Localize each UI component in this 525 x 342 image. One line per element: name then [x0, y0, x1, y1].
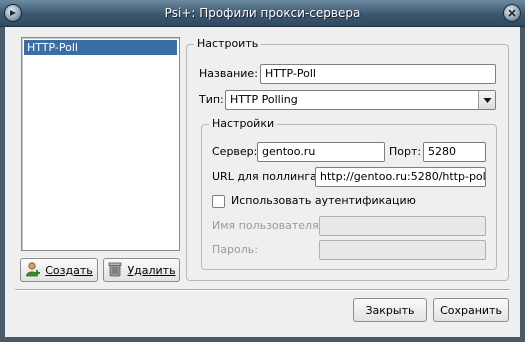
configure-legend: Настроить: [194, 37, 262, 50]
auth-checkbox-label[interactable]: Использовать аутентификацию: [231, 194, 416, 208]
window-title: Psi+: Профили прокси-сервера: [164, 6, 361, 20]
server-input[interactable]: gentoo.ru: [257, 142, 385, 162]
profile-list-item[interactable]: HTTP-Poll: [24, 40, 177, 55]
window-frame-right: [520, 27, 525, 342]
dialog-body: HTTP-Poll Создать Удалить Настроить Назв…: [5, 27, 520, 337]
server-label: Сервер:: [212, 145, 258, 158]
title-bar[interactable]: Psi+: Профили прокси-сервера: [0, 0, 525, 27]
name-input[interactable]: HTTP-Poll: [260, 64, 496, 84]
add-profile-button[interactable]: Создать: [20, 258, 98, 282]
profile-list[interactable]: HTTP-Poll: [21, 37, 180, 251]
close-button-label: Закрыть: [365, 303, 415, 317]
polling-url-label: URL для поллинга:: [212, 170, 321, 183]
divider: [15, 289, 510, 291]
username-input[interactable]: [319, 216, 486, 236]
chevron-down-icon[interactable]: [478, 91, 495, 109]
port-input[interactable]: 5280: [423, 142, 486, 162]
close-button[interactable]: Закрыть: [353, 298, 427, 322]
add-profile-label: Создать: [45, 263, 93, 277]
save-button[interactable]: Сохранить: [433, 298, 509, 322]
window-close-button[interactable]: [503, 4, 521, 22]
trash-icon: [107, 261, 123, 280]
auth-checkbox[interactable]: [212, 195, 225, 208]
add-user-icon: [25, 261, 41, 280]
port-label: Порт:: [389, 145, 422, 158]
name-label: Название:: [199, 67, 258, 80]
remove-profile-label: Удалить: [127, 263, 176, 277]
settings-legend: Настройки: [209, 117, 278, 130]
type-label: Тип:: [199, 93, 224, 106]
password-label: Пароль:: [212, 243, 258, 256]
settings-group: Настройки Сервер: gentoo.ru Порт: 5280 U…: [201, 117, 497, 270]
proxy-profiles-window: Psi+: Профили прокси-сервера HTTP-Poll С…: [0, 0, 525, 342]
save-button-label: Сохранить: [440, 303, 502, 317]
type-select[interactable]: HTTP Polling: [225, 90, 496, 110]
window-frame-bottom: [0, 337, 525, 342]
password-input[interactable]: [319, 240, 486, 260]
username-label: Имя пользователя:: [212, 219, 323, 232]
configure-group: Настроить Название: HTTP-Poll Тип: HTTP …: [186, 37, 509, 281]
polling-url-input[interactable]: http://gentoo.ru:5280/http-poll/: [315, 167, 486, 187]
type-select-value: HTTP Polling: [230, 93, 298, 106]
close-icon: [508, 9, 516, 17]
remove-profile-button[interactable]: Удалить: [103, 258, 180, 282]
